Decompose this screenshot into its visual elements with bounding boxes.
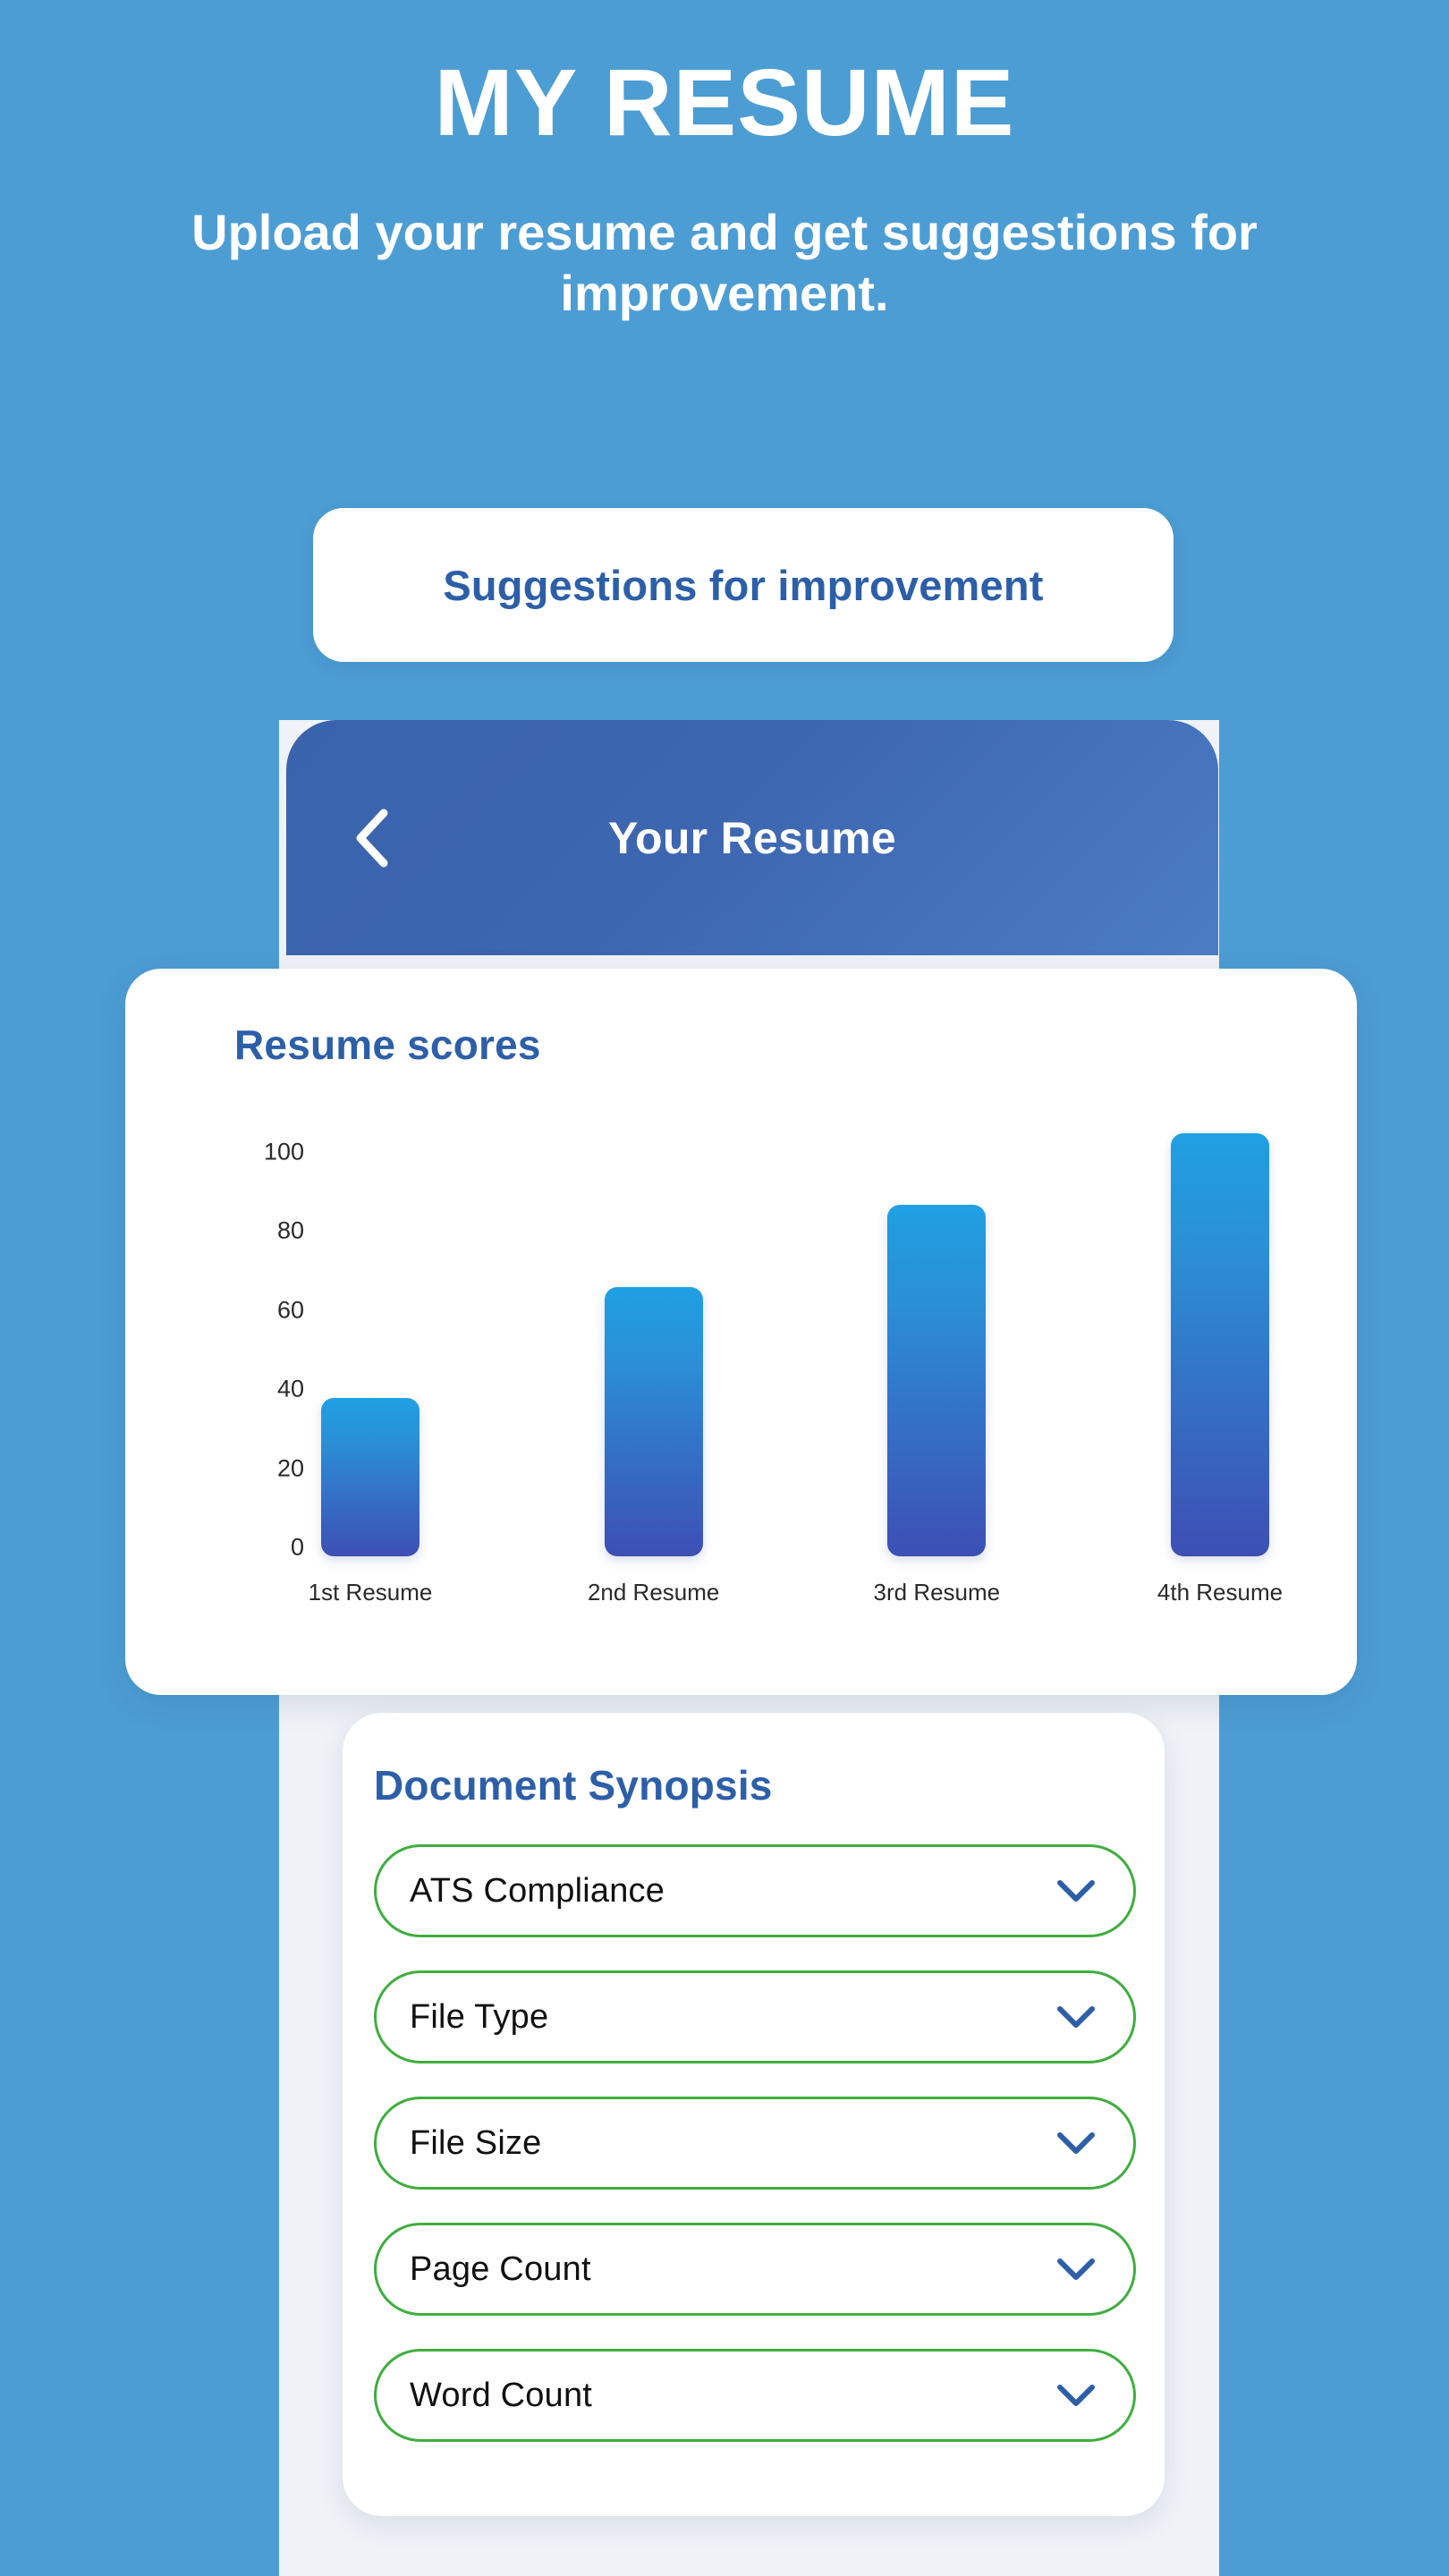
chart-y-tick: 40 (276, 1375, 304, 1402)
synopsis-accordion-item[interactable]: ATS Compliance (374, 1844, 1136, 1937)
your-resume-header: Your Resume (286, 720, 1218, 955)
synopsis-accordion-label: Word Count (410, 2376, 593, 2414)
app-screen: MY RESUME Upload your resume and get sug… (0, 0, 1449, 2576)
synopsis-accordion-item[interactable]: Word Count (374, 2349, 1136, 2442)
chart-bar[interactable] (887, 1204, 987, 1556)
chart-bar[interactable] (321, 1398, 419, 1556)
chart-plot-area: 1st Resume 2nd Resume 3rd Resume 4th Resume (309, 1087, 1283, 1606)
document-synopsis-title: Document Synopsis (374, 1762, 773, 1809)
chevron-down-icon[interactable] (1056, 1997, 1096, 2037)
chevron-down-icon[interactable] (1056, 1871, 1096, 1911)
chart-y-tick: 20 (276, 1454, 304, 1482)
chart-bar-group: 1st Resume (309, 1087, 432, 1606)
chart-x-tick-label: 4th Resume (1157, 1579, 1284, 1606)
synopsis-accordion-label: File Type (410, 1997, 549, 2036)
resume-scores-bar-chart: 100 80 60 40 20 0 1st Resume 2nd Resume 3rd Res… (125, 969, 1357, 1695)
chart-y-tick: 0 (290, 1533, 304, 1561)
chevron-down-icon[interactable] (1056, 2123, 1096, 2163)
chart-bar-group: 4th Resume (1157, 1087, 1283, 1606)
chart-bar-group: 3rd Resume (874, 1087, 1000, 1606)
page-title: MY RESUME (434, 50, 1015, 156)
synopsis-accordion-label: Page Count (410, 2250, 591, 2288)
hero-subtitle: Upload your resume and get suggestions f… (191, 204, 1258, 322)
resume-scores-card: Resume scores 100 80 60 40 20 0 1st Resume 2nd… (125, 969, 1357, 1695)
synopsis-accordion-label: ATS Compliance (410, 1871, 665, 1910)
chart-y-tick: 100 (263, 1138, 304, 1165)
chart-x-tick-label: 2nd Resume (587, 1579, 720, 1606)
document-synopsis-accordion: ATS Compliance File Type File Size Page Cou… (374, 1844, 1136, 2442)
suggestions-for-improvement-button[interactable]: Suggestions for improvement (313, 508, 1174, 662)
synopsis-accordion-item[interactable]: File Type (374, 1970, 1136, 2063)
chart-y-tick: 80 (276, 1216, 304, 1244)
chart-bar-group: 2nd Resume (588, 1087, 719, 1606)
synopsis-accordion-label: File Size (410, 2123, 542, 2162)
hero-section: MY RESUME Upload your resume and get sug… (0, 0, 1449, 325)
chevron-left-icon[interactable] (342, 807, 404, 869)
suggestions-button-label: Suggestions for improvement (443, 561, 1044, 609)
synopsis-accordion-item[interactable]: File Size (374, 2097, 1136, 2190)
your-resume-title: Your Resume (608, 812, 896, 863)
chart-y-axis: 100 80 60 40 20 0 (224, 1139, 304, 1561)
chart-bar[interactable] (1171, 1133, 1269, 1556)
document-synopsis-card: Document Synopsis ATS Compliance File Typ… (343, 1713, 1165, 2516)
chevron-down-icon[interactable] (1056, 2250, 1096, 2289)
chart-bar[interactable] (604, 1287, 703, 1556)
chart-y-tick: 60 (276, 1296, 304, 1324)
chart-x-tick-label: 3rd Resume (873, 1579, 1001, 1606)
synopsis-accordion-item[interactable]: Page Count (374, 2223, 1136, 2316)
chevron-down-icon[interactable] (1056, 2376, 1096, 2415)
chart-x-tick-label: 1st Resume (308, 1579, 433, 1606)
